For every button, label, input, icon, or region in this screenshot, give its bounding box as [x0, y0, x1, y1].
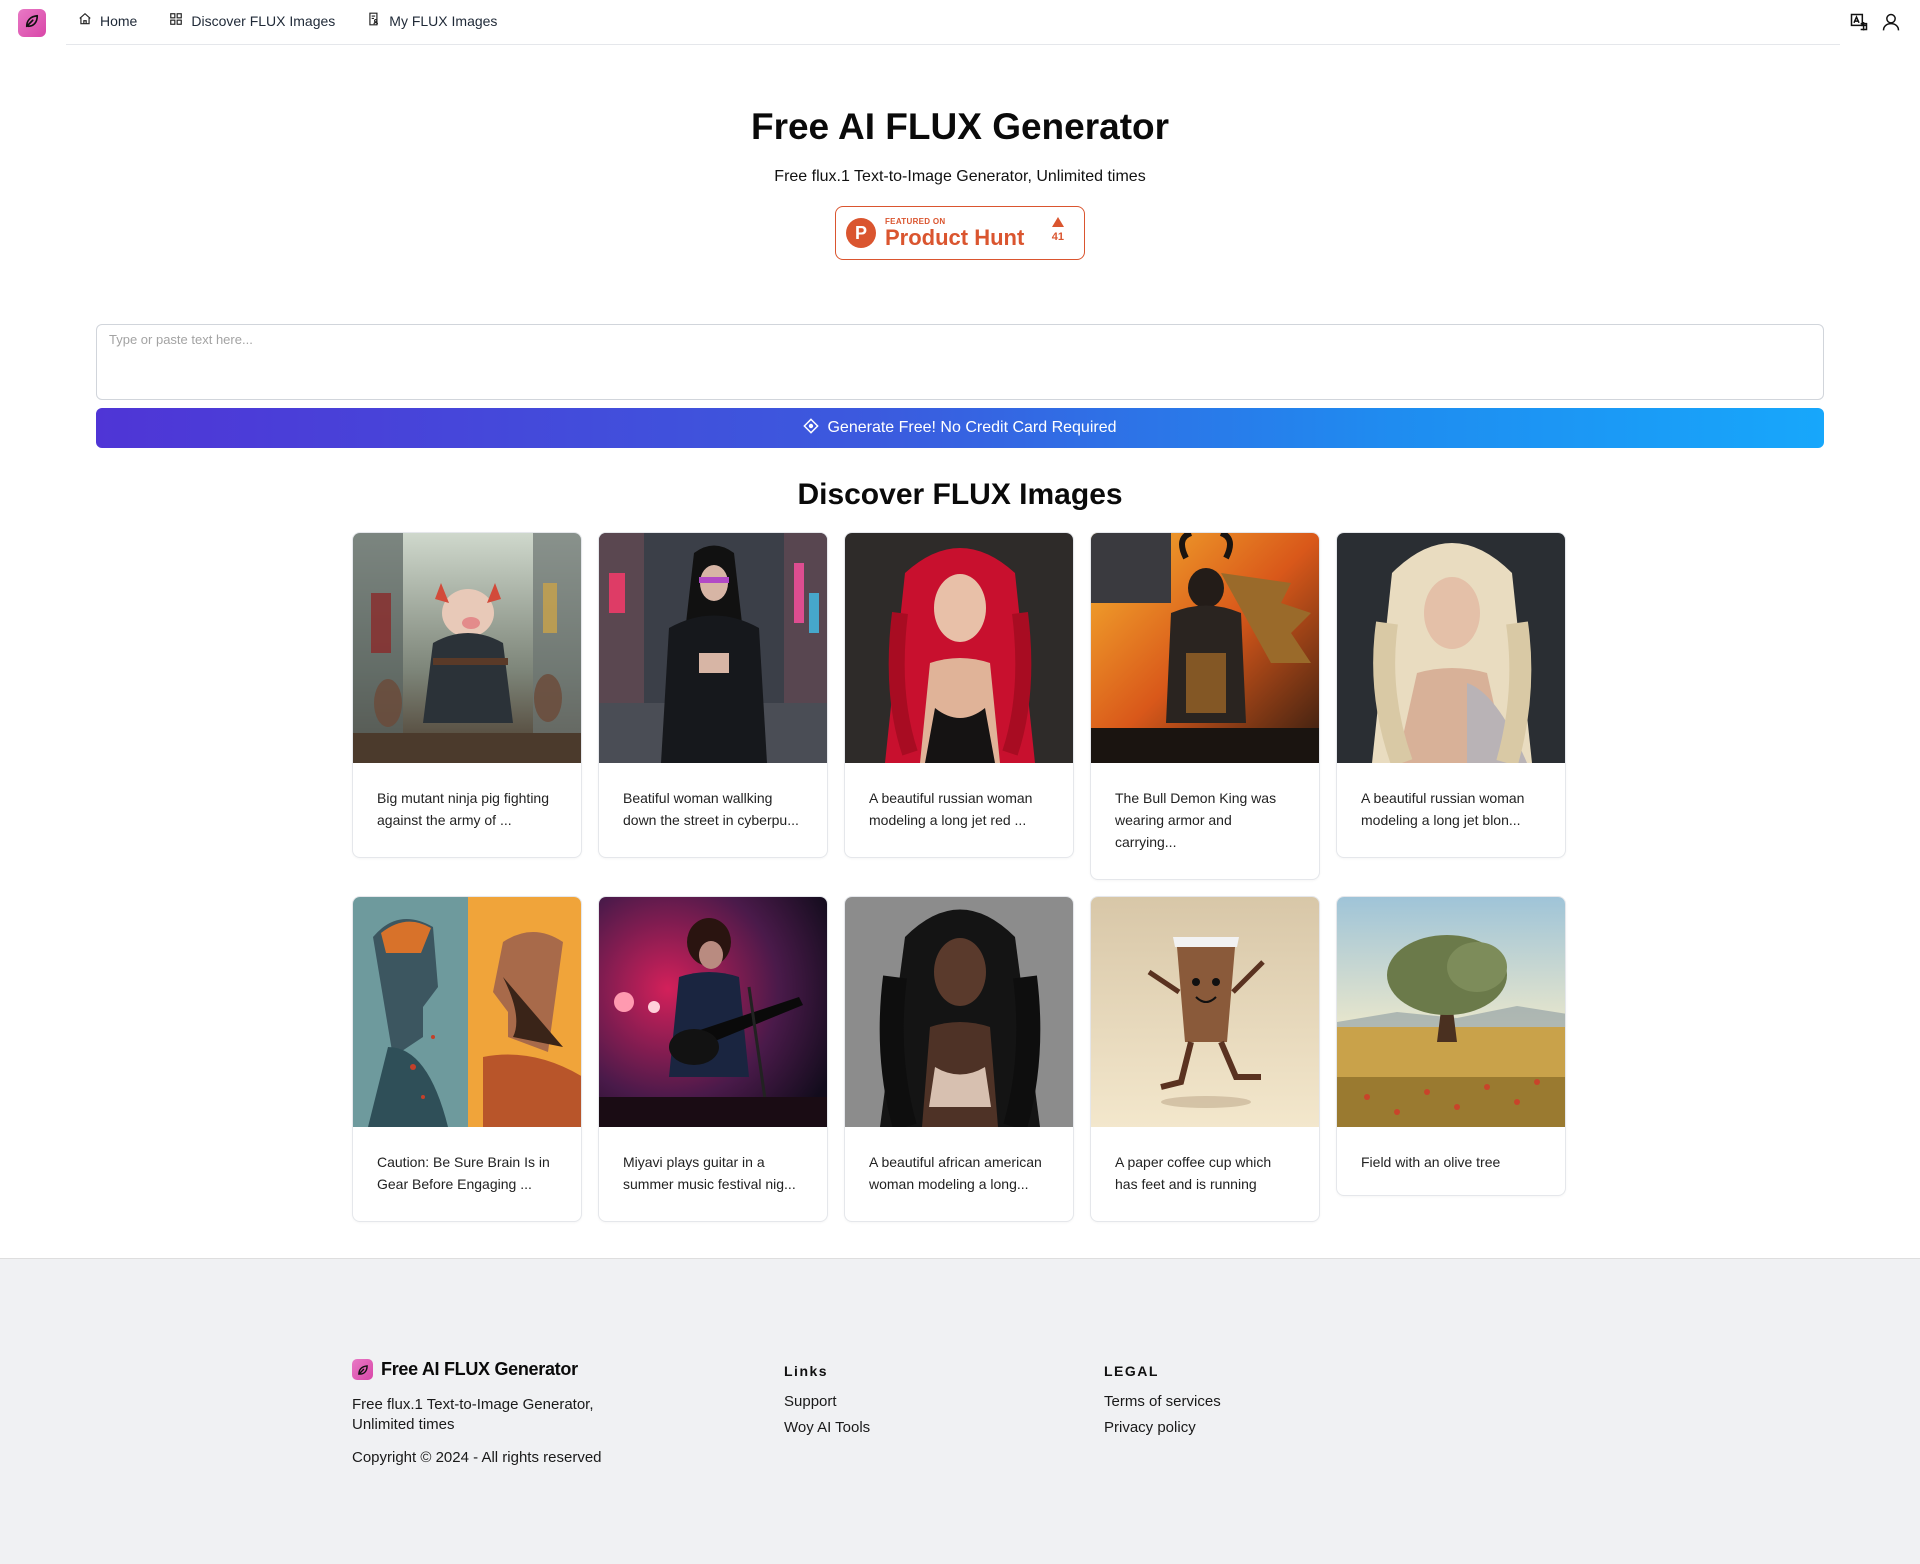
- gallery-card[interactable]: Field with an olive tree: [1336, 896, 1566, 1196]
- gallery-image-bull-demon: [1091, 533, 1319, 763]
- gallery-caption: Caution: Be Sure Brain Is in Gear Before…: [377, 1154, 550, 1192]
- footer-links-title: Links: [784, 1363, 829, 1379]
- product-hunt-badge[interactable]: P FEATURED ON Product Hunt 41: [835, 206, 1085, 260]
- gallery-image-red-hair-woman: [845, 533, 1073, 763]
- gallery-image-brain-faces: [353, 897, 581, 1127]
- footer-copyright: Copyright © 2024 - All rights reserved: [352, 1449, 602, 1466]
- image-gallery: Big mutant ninja pig fighting against th…: [352, 532, 1568, 1222]
- footer-link-terms[interactable]: Terms of services: [1104, 1393, 1221, 1410]
- footer-links-column: Links Support Woy AI Tools: [784, 1363, 870, 1445]
- product-hunt-name: Product Hunt: [885, 224, 1025, 250]
- gallery-card[interactable]: Miyavi plays guitar in a summer music fe…: [598, 896, 828, 1222]
- footer-link-privacy[interactable]: Privacy policy: [1104, 1419, 1221, 1436]
- product-hunt-vote-count: 41: [1051, 231, 1064, 243]
- nav-discover[interactable]: Discover FLUX Images: [169, 12, 335, 29]
- gallery-title: Discover FLUX Images: [797, 478, 1123, 511]
- page-title: Free AI FLUX Generator: [750, 106, 1170, 147]
- nav-my-images[interactable]: My FLUX Images: [367, 12, 497, 29]
- product-hunt-logo-icon: P: [846, 218, 876, 248]
- gallery-card[interactable]: A paper coffee cup which has feet and is…: [1090, 896, 1320, 1222]
- nav-actions: [1848, 11, 1902, 33]
- gallery-caption: A beautiful african american woman model…: [869, 1154, 1042, 1192]
- gallery-card[interactable]: A beautiful russian woman modeling a lon…: [844, 532, 1074, 858]
- nav-links: Home Discover FLUX Images My FLUX Images: [78, 12, 529, 29]
- footer: Free AI FLUX Generator Free flux.1 Text-…: [0, 1258, 1920, 1564]
- gallery-caption: Big mutant ninja pig fighting against th…: [377, 790, 549, 828]
- footer-link-support[interactable]: Support: [784, 1393, 870, 1410]
- gallery-card[interactable]: Beatiful woman wallking down the street …: [598, 532, 828, 858]
- nav-divider: [66, 44, 1840, 45]
- translate-icon[interactable]: [1848, 11, 1870, 33]
- gallery-image-cyberpunk-woman: [599, 533, 827, 763]
- gallery-image-black-hair-woman: [845, 897, 1073, 1127]
- gallery-card[interactable]: Caution: Be Sure Brain Is in Gear Before…: [352, 896, 582, 1222]
- footer-brand-name: Free AI FLUX Generator: [381, 1359, 578, 1379]
- footer-brand[interactable]: Free AI FLUX Generator: [352, 1359, 578, 1380]
- user-icon[interactable]: [1880, 11, 1902, 33]
- upvote-triangle-icon: [1051, 217, 1064, 227]
- nav-my-images-label: My FLUX Images: [389, 12, 498, 29]
- leaf-icon: [23, 12, 41, 35]
- top-nav: Home Discover FLUX Images My FLUX Images: [0, 0, 1920, 46]
- footer-link-woy-ai-tools[interactable]: Woy AI Tools: [784, 1419, 870, 1436]
- home-icon: [78, 12, 92, 29]
- nav-discover-label: Discover FLUX Images: [191, 12, 336, 29]
- gallery-image-guitarist: [599, 897, 827, 1127]
- diamond-icon: [803, 417, 820, 439]
- gallery-image-olive-tree: [1337, 897, 1565, 1127]
- gallery-caption: Miyavi plays guitar in a summer music fe…: [623, 1154, 796, 1192]
- gallery-card[interactable]: The Bull Demon King was wearing armor an…: [1090, 532, 1320, 880]
- gallery-image-ninja-pig: [353, 533, 581, 763]
- gallery-caption: A beautiful russian woman modeling a lon…: [1361, 790, 1525, 828]
- nav-home[interactable]: Home: [78, 12, 137, 29]
- document-user-icon: [367, 12, 381, 29]
- footer-legal-column: LEGAL Terms of services Privacy policy: [1104, 1363, 1221, 1445]
- footer-description: Free flux.1 Text-to-Image Generator, Unl…: [352, 1396, 594, 1433]
- gallery-caption: The Bull Demon King was wearing armor an…: [1115, 790, 1277, 850]
- gallery-caption: A paper coffee cup which has feet and is…: [1115, 1154, 1272, 1192]
- gallery-image-coffee-cup: [1091, 897, 1319, 1127]
- leaf-icon: [352, 1359, 373, 1380]
- generate-button-label: Generate Free! No Credit Card Required: [827, 419, 1117, 436]
- gallery-caption: Field with an olive tree: [1361, 1154, 1501, 1170]
- gallery-image-blonde-woman: [1337, 533, 1565, 763]
- gallery-caption: Beatiful woman wallking down the street …: [623, 790, 799, 828]
- gallery-card[interactable]: A beautiful russian woman modeling a lon…: [1336, 532, 1566, 858]
- generate-button[interactable]: Generate Free! No Credit Card Required: [96, 408, 1824, 448]
- page-subtitle: Free flux.1 Text-to-Image Generator, Unl…: [774, 168, 1146, 185]
- logo[interactable]: [18, 9, 46, 37]
- gallery-card[interactable]: Big mutant ninja pig fighting against th…: [352, 532, 582, 858]
- gallery-card[interactable]: A beautiful african american woman model…: [844, 896, 1074, 1222]
- nav-home-label: Home: [100, 12, 138, 29]
- footer-legal-title: LEGAL: [1104, 1363, 1159, 1379]
- product-hunt-votes: 41: [1052, 217, 1064, 243]
- gallery-caption: A beautiful russian woman modeling a lon…: [869, 790, 1033, 828]
- grid-icon: [169, 12, 183, 29]
- prompt-input[interactable]: [96, 324, 1824, 400]
